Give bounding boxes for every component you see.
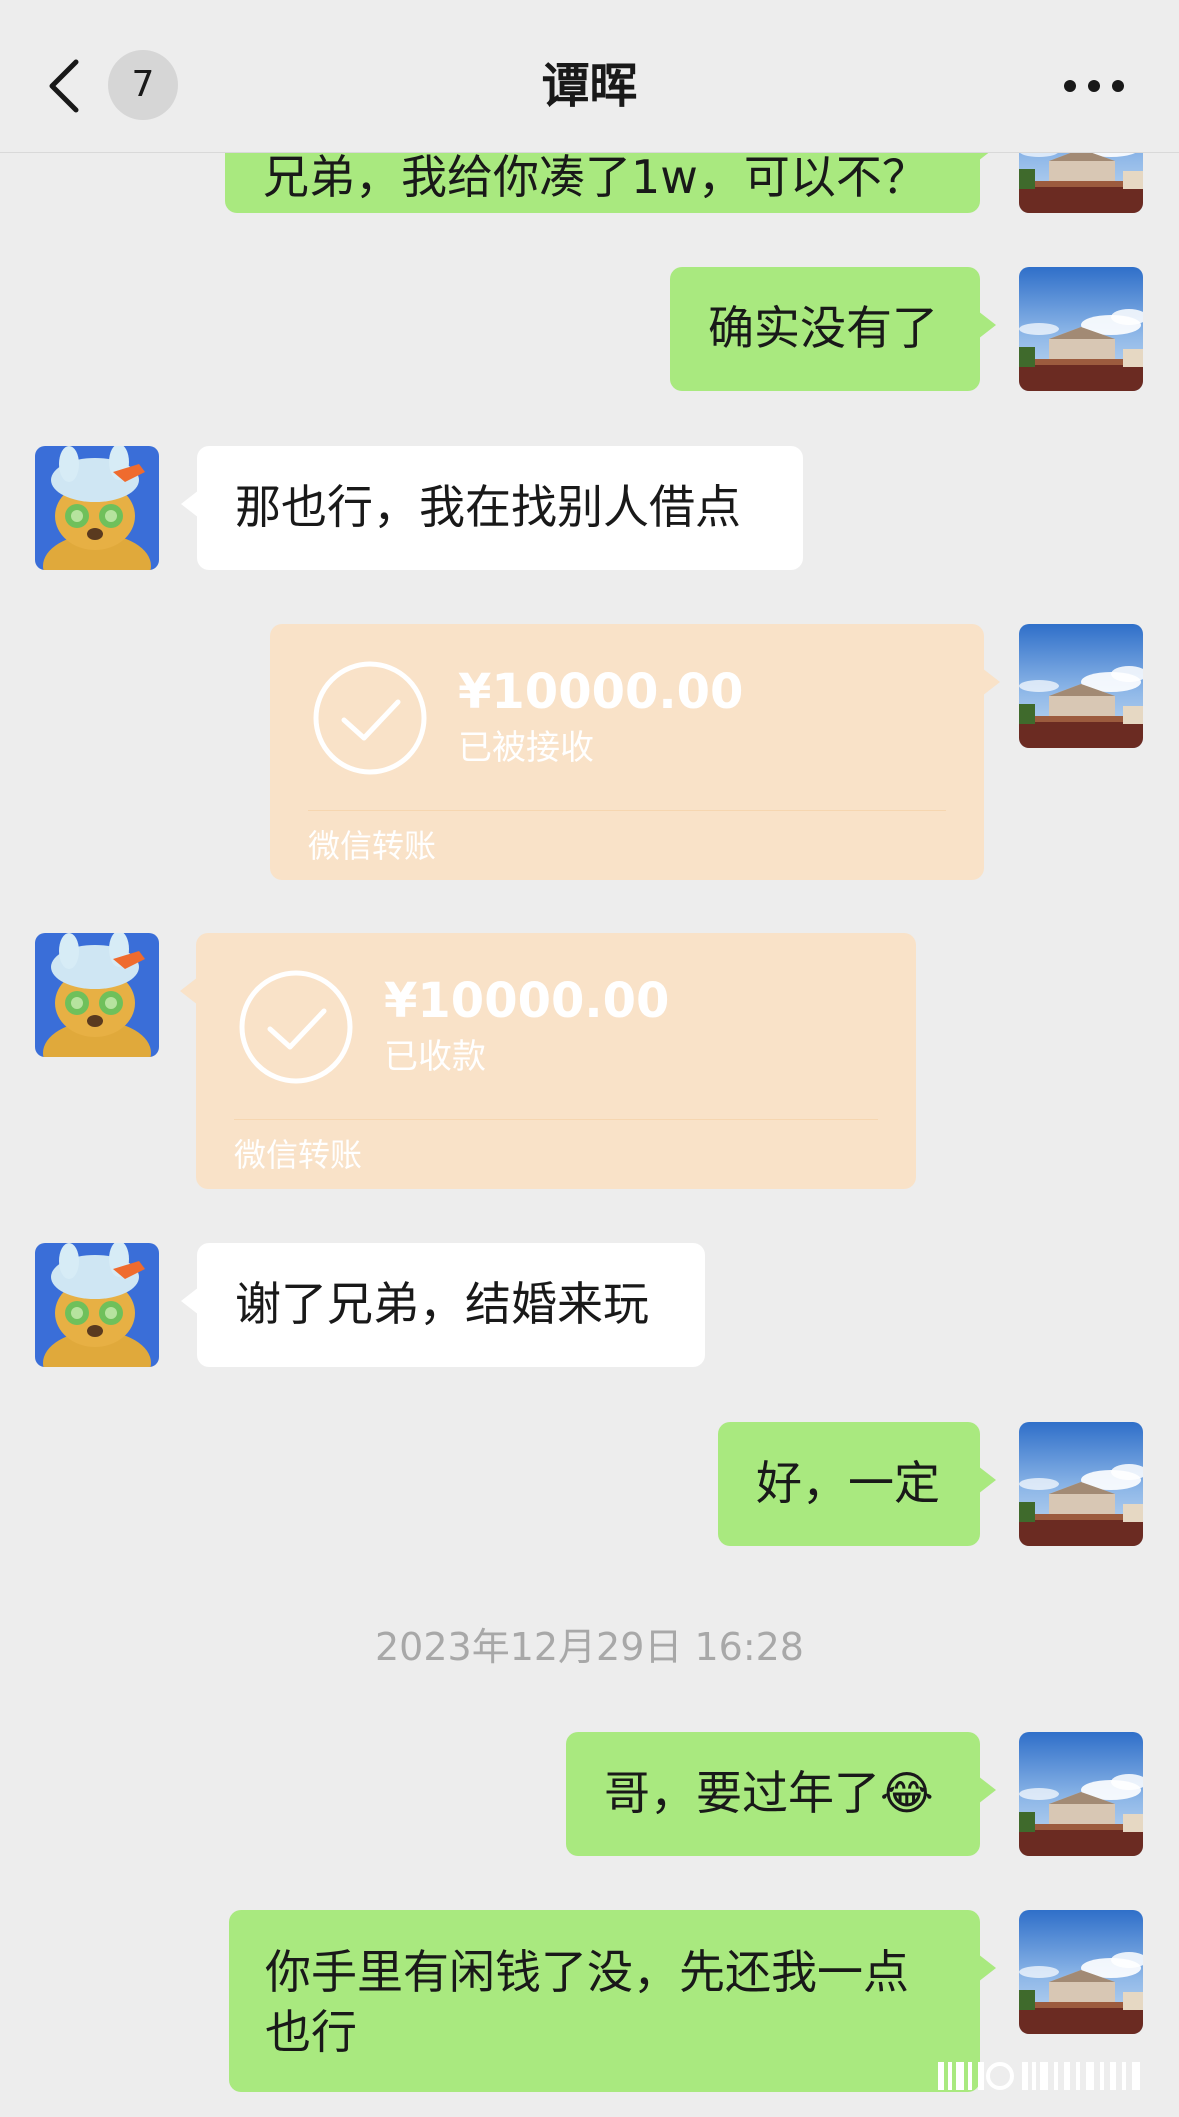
transfer-amount: ¥10000.00 [458, 664, 744, 720]
my-avatar[interactable] [1019, 1422, 1143, 1546]
message-timestamp: 2023年12月29日 16:28 [374, 1625, 804, 1669]
message-bubble-received[interactable]: 那也行，我在找别人借点 [181, 446, 803, 570]
message-text: 兄弟，我给你凑了1w，可以不？ [263, 150, 928, 204]
friend-avatar[interactable] [35, 1243, 159, 1367]
message-text: 好，一定 [756, 1456, 940, 1510]
message-bubble-sent[interactable]: 你手里有闲钱了没，先还我一点也行 [229, 1910, 996, 2092]
chat-title: 谭晖 [541, 58, 638, 114]
transfer-label: 微信转账 [308, 827, 437, 865]
laughing-crying-emoji-icon: 😂 [880, 1766, 934, 1820]
message-text: 谢了兄弟，结婚来玩 [235, 1277, 649, 1331]
check-circle-icon [313, 661, 427, 775]
transfer-card-sent[interactable]: ¥10000.00 已被接收 微信转账 [270, 624, 1000, 880]
my-avatar[interactable] [1019, 624, 1143, 748]
divider [234, 1119, 878, 1120]
my-avatar[interactable] [1019, 267, 1143, 391]
transfer-card-received[interactable]: ¥10000.00 已收款 微信转账 [180, 933, 916, 1189]
check-circle-icon [239, 970, 353, 1084]
transfer-label: 微信转账 [234, 1136, 363, 1174]
message-bubble-received[interactable]: 谢了兄弟，结婚来玩 [181, 1243, 705, 1367]
transfer-status: 已收款 [384, 1037, 486, 1077]
message-text: 哥，要过年了 [604, 1766, 880, 1820]
message-text: 确实没有了 [708, 301, 938, 355]
friend-avatar[interactable] [35, 933, 159, 1057]
message-text: 你手里有闲钱了没，先还我一点也行 [265, 1945, 909, 2059]
friend-avatar[interactable] [35, 446, 159, 570]
divider [308, 810, 946, 811]
watermark-icon [938, 2062, 1140, 2090]
transfer-amount: ¥10000.00 [384, 973, 670, 1029]
my-avatar[interactable] [1019, 1732, 1143, 1856]
message-bubble-sent[interactable]: 好，一定 [718, 1422, 996, 1546]
my-avatar[interactable] [1019, 1910, 1143, 2034]
message-text: 那也行，我在找别人借点 [235, 480, 741, 534]
ellipsis-icon[interactable] [1064, 78, 1124, 94]
chat-header: 7 谭晖 [0, 0, 1179, 153]
message-bubble-sent[interactable]: 哥，要过年了😂 [566, 1732, 996, 1856]
transfer-status: 已被接收 [458, 728, 594, 768]
message-bubble-sent[interactable]: 确实没有了 [670, 267, 996, 391]
